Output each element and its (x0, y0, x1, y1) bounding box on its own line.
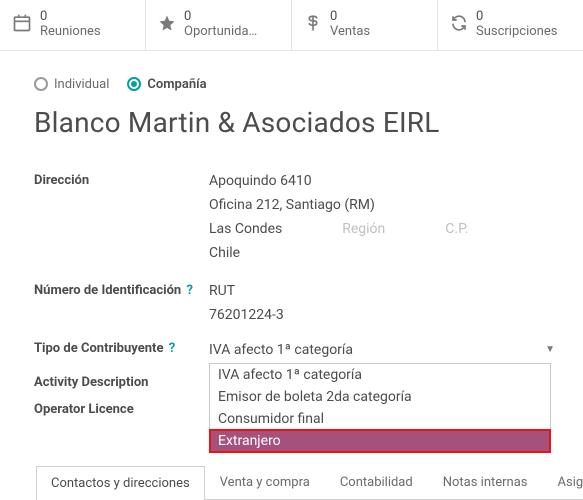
radio-dot-selected-icon (127, 77, 141, 91)
tab[interactable]: Notas internas (428, 465, 543, 499)
taxpayer-option[interactable]: Emisor de boleta 2da categoría (210, 386, 550, 408)
address-street2[interactable]: Oficina 212, Santiago (RM) (209, 193, 555, 217)
star-icon (158, 14, 176, 36)
radio-company[interactable]: Compañía (127, 77, 206, 92)
company-name-heading[interactable]: Blanco Martin & Asociados EIRL (34, 106, 555, 139)
dollar-icon (304, 13, 322, 37)
stat-sales-count: 0 (330, 10, 370, 25)
stat-meetings-count: 0 (40, 10, 101, 25)
label-operator-licence: Operator Licence (34, 398, 209, 417)
taxpayer-option[interactable]: Consumidor final (210, 408, 550, 430)
address-zip-placeholder[interactable]: C.P. (445, 221, 468, 237)
address-city[interactable]: Las Condes (209, 221, 282, 237)
taxpayer-option[interactable]: Extranjero (210, 430, 550, 452)
stat-opportunities-label: Oportunida… (184, 25, 257, 40)
taxpayer-type-select[interactable]: IVA afecto 1ª categoría ▼ (209, 337, 555, 363)
taxpayer-option[interactable]: IVA afecto 1ª categoría (210, 364, 550, 386)
stat-meetings-label: Reuniones (40, 25, 101, 40)
tab[interactable]: Venta y compra (205, 465, 325, 499)
stat-sales[interactable]: 0 Ventas (292, 0, 438, 50)
taxpayer-dropdown: IVA afecto 1ª categoríaEmisor de boleta … (209, 363, 551, 453)
tab[interactable]: Contactos y direcciones (36, 466, 205, 500)
radio-company-label: Compañía (147, 77, 206, 92)
tab[interactable]: Asignar (543, 465, 583, 499)
stat-opportunities-count: 0 (184, 10, 257, 25)
radio-individual[interactable]: Individual (34, 77, 109, 92)
record-type-selector: Individual Compañía (34, 77, 555, 92)
caret-down-icon: ▼ (545, 344, 555, 355)
taxpayer-type-selected: IVA afecto 1ª categoría (209, 342, 353, 358)
help-icon[interactable]: ? (186, 283, 192, 298)
label-address: Dirección (34, 169, 209, 188)
label-taxpayer-type: Tipo de Contribuyente ? (34, 337, 209, 356)
label-id-number: Número de Identificación ? (34, 279, 209, 298)
refresh-icon (450, 14, 468, 36)
help-icon[interactable]: ? (169, 341, 175, 356)
radio-individual-label: Individual (54, 77, 109, 92)
stat-meetings[interactable]: 0 Reuniones (0, 0, 146, 50)
address-street[interactable]: Apoquindo 6410 (209, 169, 555, 193)
address-country[interactable]: Chile (209, 241, 555, 265)
stat-subscriptions-label: Suscripciones (476, 25, 557, 40)
tab[interactable]: Contabilidad (325, 465, 428, 499)
stat-subscriptions[interactable]: 0 Suscripciones (438, 0, 583, 50)
stat-opportunities[interactable]: 0 Oportunida… (146, 0, 292, 50)
tabs-bar: Contactos y direccionesVenta y compraCon… (36, 465, 583, 500)
stat-sales-label: Ventas (330, 25, 370, 40)
address-region-placeholder[interactable]: Región (342, 221, 385, 237)
stat-subscriptions-count: 0 (476, 10, 557, 25)
radio-dot-icon (34, 77, 48, 91)
id-type[interactable]: RUT (209, 279, 555, 303)
id-value[interactable]: 76201224-3 (209, 303, 555, 327)
calendar-icon (12, 13, 32, 37)
label-activity-description: Activity Description (34, 371, 209, 390)
stat-bar: 0 Reuniones 0 Oportunida… 0 Ventas 0 Sus… (0, 0, 583, 51)
